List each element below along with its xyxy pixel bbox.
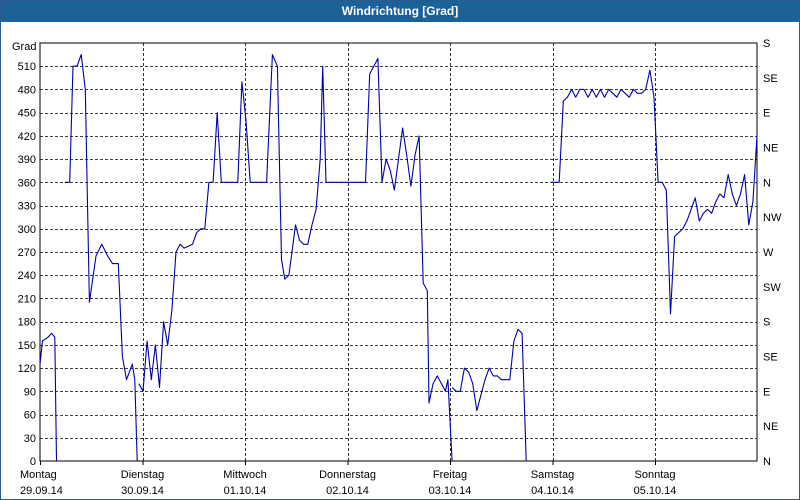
x-tick-date-label: 04.10.14 [531, 485, 574, 497]
compass-tick-label: S [763, 38, 770, 50]
y-tick-label: 240 [18, 270, 36, 282]
y-tick-label: 210 [18, 293, 36, 305]
compass-tick-label: SE [763, 73, 778, 85]
y-tick-label: 120 [18, 363, 36, 375]
y-tick-label: 360 [18, 177, 36, 189]
x-tick-date-label: 02.10.14 [326, 485, 369, 497]
x-tick-date-label: 29.09.14 [20, 485, 63, 497]
y-tick-label: 0 [30, 456, 36, 468]
compass-tick-label: SW [763, 282, 781, 294]
x-tick-date-label: 01.10.14 [224, 485, 267, 497]
x-tick-day-label: Samstag [531, 469, 574, 481]
compass-tick-label: N [763, 177, 771, 189]
y-axis-unit-label: Grad [12, 41, 36, 53]
y-tick-label: 390 [18, 154, 36, 166]
y-tick-label: 60 [24, 410, 36, 422]
axis-layer [39, 42, 758, 465]
compass-tick-label: W [763, 247, 774, 259]
series-line [39, 332, 58, 462]
compass-tick-label: NW [763, 212, 782, 224]
compass-tick-label: NE [763, 143, 778, 155]
series-line [451, 328, 527, 462]
y-tick-label: 510 [18, 61, 36, 73]
plot-frame [39, 42, 758, 462]
y-tick-label: 180 [18, 317, 36, 329]
y-tick-label: 420 [18, 131, 36, 143]
series-line [551, 69, 758, 315]
compass-tick-label: S [763, 317, 770, 329]
grid-layer [40, 43, 757, 461]
y-tick-label: 300 [18, 224, 36, 236]
y-tick-label: 270 [18, 247, 36, 259]
compass-tick-label: E [763, 108, 770, 120]
series-line [138, 54, 453, 462]
x-tick-day-label: Donnerstag [319, 469, 376, 481]
compass-tick-label: SE [763, 352, 778, 364]
x-tick-day-label: Dienstag [121, 469, 164, 481]
x-tick-day-label: Montag [20, 469, 57, 481]
label-layer: 0 30 60 90 120 150 180 210 240 270 300 330 360 390 420… [18, 38, 782, 497]
y-tick-label: 450 [18, 108, 36, 120]
y-tick-label: 90 [24, 386, 36, 398]
y-tick-label: 30 [24, 433, 36, 445]
y-tick-label: 150 [18, 340, 36, 352]
series-layer [39, 54, 758, 462]
compass-tick-label: N [763, 456, 771, 468]
x-tick-day-label: Mittwoch [223, 469, 266, 481]
x-tick-day-label: Freitag [433, 469, 467, 481]
compass-tick-label: NE [763, 421, 778, 433]
y-tick-label: 330 [18, 201, 36, 213]
x-tick-date-label: 05.10.14 [634, 485, 677, 497]
series-line [64, 54, 138, 462]
compass-tick-label: E [763, 386, 770, 398]
y-tick-label: 480 [18, 84, 36, 96]
wind-direction-chart: 0 30 60 90 120 150 180 210 240 270 300 330 360 390 420… [12, 38, 782, 497]
x-tick-date-label: 30.09.14 [121, 485, 164, 497]
x-tick-date-label: 03.10.14 [429, 485, 472, 497]
x-tick-day-label: Sonntag [635, 469, 676, 481]
